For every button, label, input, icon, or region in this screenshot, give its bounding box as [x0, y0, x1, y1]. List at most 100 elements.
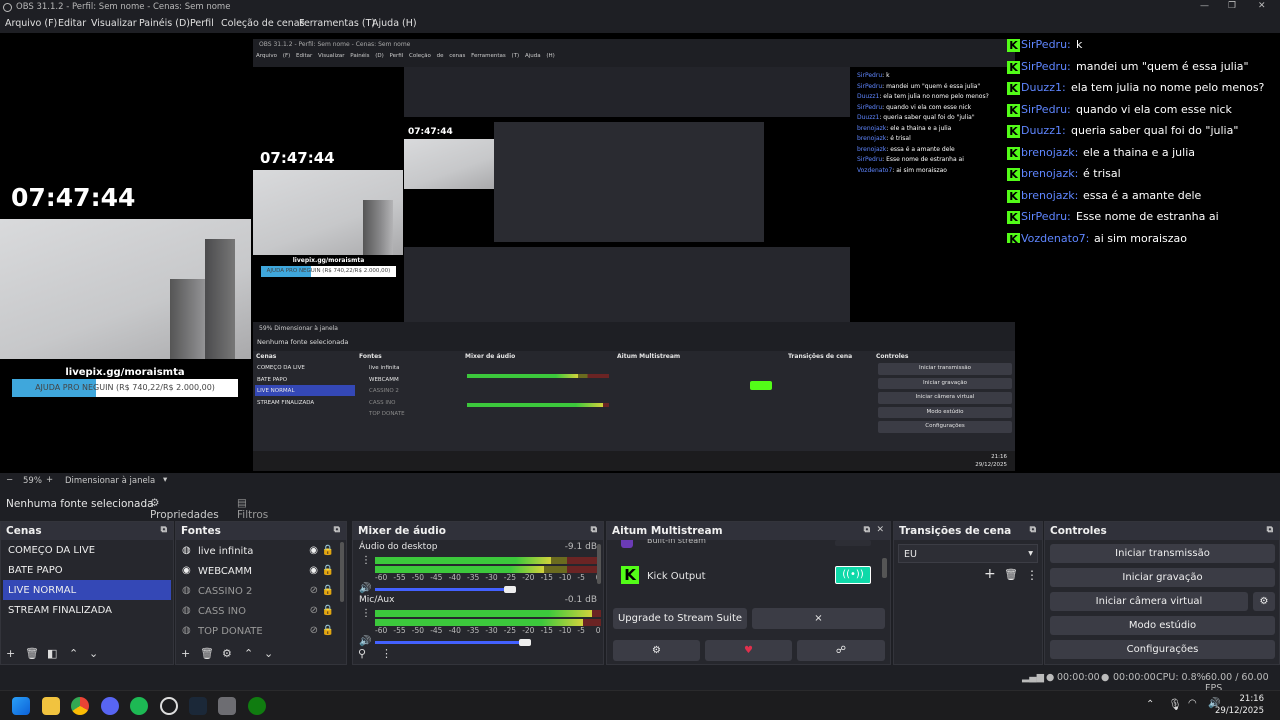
builtin-toggle[interactable]	[835, 540, 871, 546]
properties-button[interactable]: ⚙ Propriedades	[144, 494, 224, 521]
zoom-in-icon[interactable]: +	[46, 475, 53, 485]
cpu-usage: CPU: 0.8%	[1156, 672, 1206, 683]
move-up-icon[interactable]: ⌃	[69, 647, 78, 660]
lock-icon[interactable]: 🔒	[322, 585, 334, 596]
settings-button[interactable]: Configurações	[1050, 640, 1275, 659]
channel-menu-icon[interactable]: ⋮	[361, 608, 371, 619]
kick-icon: K	[1007, 168, 1020, 181]
move-up-icon[interactable]: ⌃	[244, 647, 253, 660]
zoom-out-icon[interactable]: −	[6, 475, 13, 485]
resize-mode-select[interactable]: Dimensionar à janela	[65, 476, 155, 486]
undock-icon[interactable]: ⧉	[1030, 525, 1036, 535]
chrome-icon[interactable]	[71, 697, 89, 715]
chat-username: Vozdenato7:	[1021, 231, 1090, 244]
virtual-camera-settings-icon[interactable]: ⚙	[1253, 592, 1275, 611]
source-item[interactable]: ◉ WEBCAMM ◉ 🔒	[178, 561, 344, 581]
wifi-icon[interactable]: ◠	[1188, 698, 1197, 709]
discord-icon[interactable]	[101, 697, 119, 715]
mixer-menu-icon[interactable]: ⋮	[381, 647, 392, 660]
lock-icon[interactable]: 🔒	[322, 565, 334, 576]
dismiss-upgrade-button[interactable]: ×	[752, 608, 885, 629]
undock-icon[interactable]: ⧉	[1267, 525, 1273, 535]
remove-transition-icon[interactable]: 🗑	[1004, 568, 1018, 581]
spotify-icon[interactable]	[130, 697, 148, 715]
add-transition-icon[interactable]: +	[984, 566, 996, 582]
eye-off-icon[interactable]: ⊘	[310, 625, 318, 636]
settings-icon[interactable]: ⚙	[613, 640, 700, 661]
microphone-icon[interactable]: 🎙	[1168, 698, 1182, 711]
advanced-audio-icon[interactable]: ⚲	[358, 647, 366, 660]
scene-filters-icon[interactable]: ◧	[47, 647, 57, 660]
lock-icon[interactable]: 🔒	[322, 605, 334, 616]
channel-menu-icon[interactable]: ⋮	[361, 555, 371, 566]
add-scene-icon[interactable]: +	[6, 647, 15, 660]
heart-icon[interactable]: ♥	[705, 640, 792, 661]
add-source-icon[interactable]: +	[181, 647, 190, 660]
steam-icon[interactable]	[189, 697, 207, 715]
source-item[interactable]: ◍ live infinita ◉ 🔒	[178, 541, 344, 561]
menu-edit[interactable]: Editar	[58, 18, 86, 29]
source-item[interactable]: ◍ CASSINO 2 ⊘ 🔒	[178, 581, 344, 601]
menu-view[interactable]: Visualizar	[91, 18, 137, 29]
undock-icon[interactable]: ⧉	[591, 525, 597, 535]
start-streaming-button[interactable]: Iniciar transmissão	[1050, 544, 1275, 563]
menu-docks[interactable]: Painéis (D)	[139, 18, 190, 29]
filters-button[interactable]: ▤ Filtros	[231, 494, 283, 521]
menu-help[interactable]: Ajuda (H)	[372, 18, 417, 29]
volume-slider-handle[interactable]	[504, 586, 516, 593]
close-dock-icon[interactable]: ✕	[876, 525, 884, 535]
transition-menu-icon[interactable]: ⋮	[1026, 568, 1038, 582]
kick-output-label: Kick Output	[647, 571, 706, 582]
source-item[interactable]: ◍ CASS INO ⊘ 🔒	[178, 601, 344, 621]
upgrade-stream-suite-button[interactable]: Upgrade to Stream Suite	[613, 608, 747, 629]
source-properties-icon[interactable]: ⚙	[222, 647, 232, 660]
eye-icon[interactable]: ◉	[309, 565, 318, 576]
move-down-icon[interactable]: ⌄	[89, 647, 98, 660]
scene-item[interactable]: BATE PAPO	[3, 560, 171, 580]
menu-file[interactable]: Arquivo (F)	[5, 18, 57, 29]
undock-icon[interactable]: ⧉	[334, 525, 340, 535]
scrollbar[interactable]	[597, 544, 601, 584]
maximize-icon[interactable]: ❐	[1228, 1, 1236, 11]
file-explorer-icon[interactable]	[42, 697, 60, 715]
windows-start-icon[interactable]	[12, 697, 30, 715]
menu-profile[interactable]: Perfil	[190, 18, 214, 29]
lock-icon[interactable]: 🔒	[322, 625, 334, 636]
minimize-icon[interactable]: —	[1200, 1, 1209, 11]
scene-item[interactable]: COMEÇO DA LIVE	[3, 540, 171, 560]
undock-icon[interactable]: ⧉	[161, 525, 167, 535]
obs-icon[interactable]	[160, 697, 178, 715]
transition-select[interactable]: EU ▾	[898, 544, 1038, 563]
discord-icon[interactable]: ☍	[797, 640, 885, 661]
start-virtual-camera-button[interactable]: Iniciar câmera virtual	[1050, 592, 1248, 611]
scrollbar[interactable]	[882, 558, 887, 578]
eye-off-icon[interactable]: ⊘	[310, 585, 318, 596]
scene-item[interactable]: STREAM FINALIZADA	[3, 600, 171, 620]
chevron-down-icon[interactable]: ▾	[163, 475, 167, 485]
volume-icon[interactable]: 🔊	[359, 583, 371, 594]
close-icon[interactable]: ✕	[1258, 1, 1266, 11]
xbox-icon[interactable]	[248, 697, 266, 715]
preview-canvas[interactable]: 07:47:44 livepix.gg/moraismta AJUDA PRO …	[0, 33, 1280, 473]
chevron-up-icon[interactable]: ⌃	[1146, 699, 1154, 710]
settings-icon[interactable]	[218, 697, 236, 715]
volume-slider[interactable]	[375, 588, 510, 591]
lock-icon[interactable]: 🔒	[322, 545, 334, 556]
kick-stream-toggle[interactable]: ((•))	[835, 566, 871, 584]
scene-item[interactable]: LIVE NORMAL	[3, 580, 171, 600]
move-down-icon[interactable]: ⌄	[264, 647, 273, 660]
menu-scene-collection[interactable]: Coleção de cenas	[221, 18, 305, 29]
system-clock[interactable]: 21:16 29/12/2025	[1215, 693, 1264, 717]
menu-tools[interactable]: Ferramentas (T)	[299, 18, 375, 29]
undock-icon[interactable]: ⧉	[864, 525, 870, 535]
sources-dock: Fontes ⧉ ◍ live infinita ◉ 🔒 ◉ WEBCAMM ◉ 🔒 ◍ CASSI…	[175, 521, 347, 665]
start-recording-button[interactable]: Iniciar gravação	[1050, 568, 1275, 587]
globe-icon: ◍	[182, 545, 191, 556]
remove-source-icon[interactable]: 🗑	[200, 647, 214, 660]
remove-scene-icon[interactable]: 🗑	[25, 647, 39, 660]
scrollbar[interactable]	[340, 542, 344, 602]
source-item[interactable]: ◍ TOP DONATE ⊘ 🔒	[178, 621, 344, 641]
studio-mode-button[interactable]: Modo estúdio	[1050, 616, 1275, 635]
eye-off-icon[interactable]: ⊘	[310, 605, 318, 616]
eye-icon[interactable]: ◉	[309, 545, 318, 556]
